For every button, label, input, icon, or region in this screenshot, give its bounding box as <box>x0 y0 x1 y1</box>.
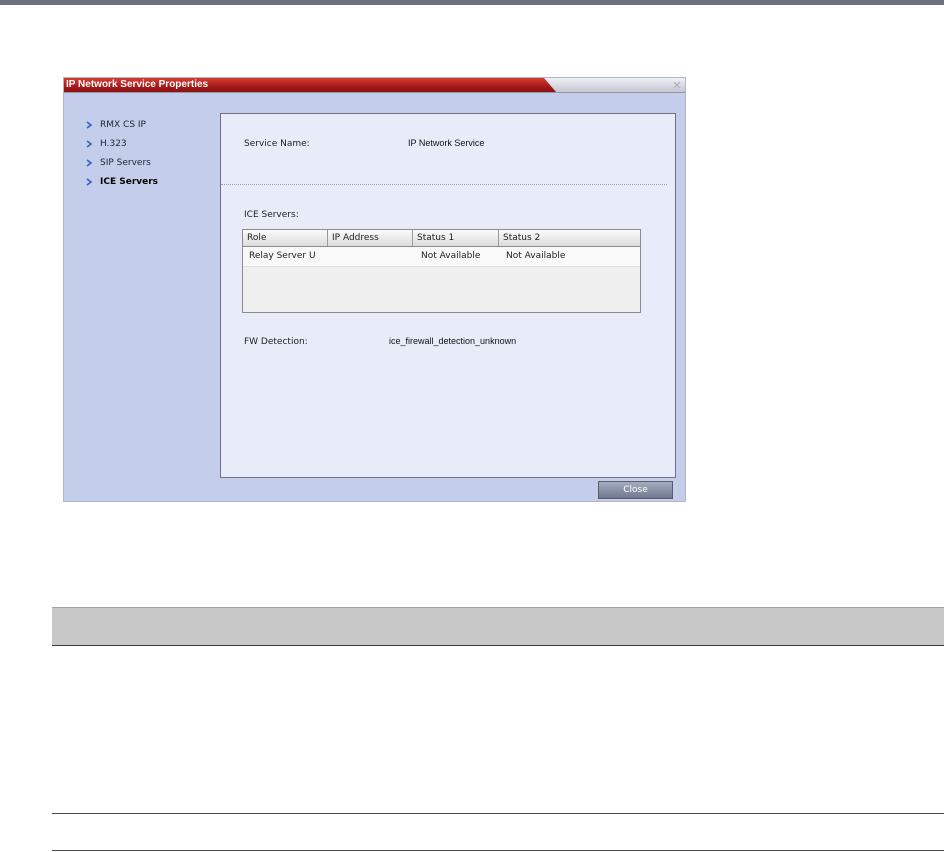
ice-servers-label: ICE Servers: <box>244 210 299 220</box>
chevron-right-icon <box>86 159 93 167</box>
cell-role: Relay Server U <box>249 251 316 261</box>
column-header-status-1[interactable]: Status 1 <box>413 230 499 246</box>
nav-item-label: ICE Servers <box>100 177 159 187</box>
chevron-right-icon <box>86 178 93 186</box>
cell-status-2: Not Available <box>506 251 566 261</box>
ip-network-service-properties-dialog: IP Network Service Properties RMX CS IP … <box>63 77 686 502</box>
close-icon[interactable] <box>673 81 681 89</box>
fw-detection-value: ice_firewall_detection_unknown <box>389 336 517 346</box>
nav-item-h323[interactable]: H.323 <box>85 137 127 151</box>
ice-servers-table: Role IP Address Status 1 Status 2 Relay … <box>242 229 641 313</box>
dialog-titlebar[interactable]: IP Network Service Properties <box>64 78 685 93</box>
nav-item-label: SIP Servers <box>100 158 151 168</box>
chevron-right-icon <box>86 140 93 148</box>
nav-item-label: RMX CS IP <box>100 120 146 130</box>
page-top-strip <box>0 0 944 5</box>
dialog-title: IP Network Service Properties <box>66 79 209 90</box>
service-name-value: IP Network Service <box>408 138 485 148</box>
table-header: Role IP Address Status 1 Status 2 <box>243 230 640 247</box>
nav-item-rmx-cs-ip[interactable]: RMX CS IP <box>85 118 146 132</box>
table-row[interactable]: Relay Server U Not Available Not Availab… <box>243 247 640 267</box>
nav-item-label: H.323 <box>100 139 127 149</box>
close-button[interactable]: Close <box>598 481 673 499</box>
column-header-ip-address[interactable]: IP Address <box>328 230 413 246</box>
chevron-right-icon <box>86 121 93 129</box>
document-table-header <box>52 607 944 646</box>
column-header-status-2[interactable]: Status 2 <box>499 230 640 246</box>
service-name-label: Service Name: <box>244 139 310 149</box>
ice-servers-panel: Service Name: IP Network Service ICE Ser… <box>220 113 676 478</box>
nav-item-ice-servers[interactable]: ICE Servers <box>85 175 158 189</box>
document-table-rule <box>52 850 944 851</box>
nav-item-sip-servers[interactable]: SIP Servers <box>85 156 151 170</box>
section-divider <box>221 184 667 185</box>
document-table-rule <box>52 813 944 814</box>
fw-detection-label: FW Detection: <box>244 337 308 347</box>
cell-status-1: Not Available <box>421 251 481 261</box>
column-header-role[interactable]: Role <box>243 230 328 246</box>
